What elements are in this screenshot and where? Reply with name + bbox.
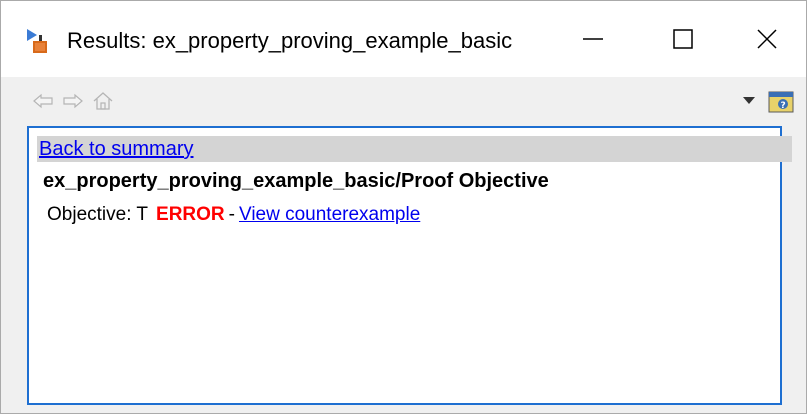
status-error: ERROR — [156, 204, 225, 225]
objective-heading: ex_property_proving_example_basic/Proof … — [43, 170, 549, 192]
close-icon — [757, 29, 777, 49]
back-to-summary-link[interactable]: Back to summary — [39, 138, 193, 161]
maximize-icon — [673, 29, 693, 49]
title-bar[interactable]: Results: ex_property_proving_example_bas… — [1, 1, 806, 77]
close-button[interactable] — [728, 1, 806, 77]
separator: - — [228, 204, 235, 225]
dropdown-arrow-icon[interactable] — [742, 95, 756, 105]
results-panel: Back to summary ex_property_proving_exam… — [27, 126, 792, 405]
minimize-button[interactable] — [548, 1, 638, 77]
window-title: Results: ex_property_proving_example_bas… — [67, 28, 513, 53]
maximize-button[interactable] — [638, 1, 728, 77]
view-counterexample-link[interactable]: View counterexample — [239, 204, 420, 225]
results-window: Results: ex_property_proving_example_bas… — [0, 0, 807, 414]
minimize-icon — [583, 38, 603, 40]
svg-text:?: ? — [781, 101, 786, 111]
objective-label: Objective: T — [47, 204, 149, 225]
help-icon[interactable]: ? — [767, 87, 795, 115]
back-arrow-icon[interactable] — [31, 89, 55, 113]
forward-arrow-icon[interactable] — [61, 89, 85, 113]
toolbar: ? — [1, 77, 806, 125]
objective-result-line: Objective: T ERROR - View counterexample — [47, 204, 420, 226]
home-icon[interactable] — [91, 89, 115, 113]
simulink-app-icon — [27, 29, 47, 53]
